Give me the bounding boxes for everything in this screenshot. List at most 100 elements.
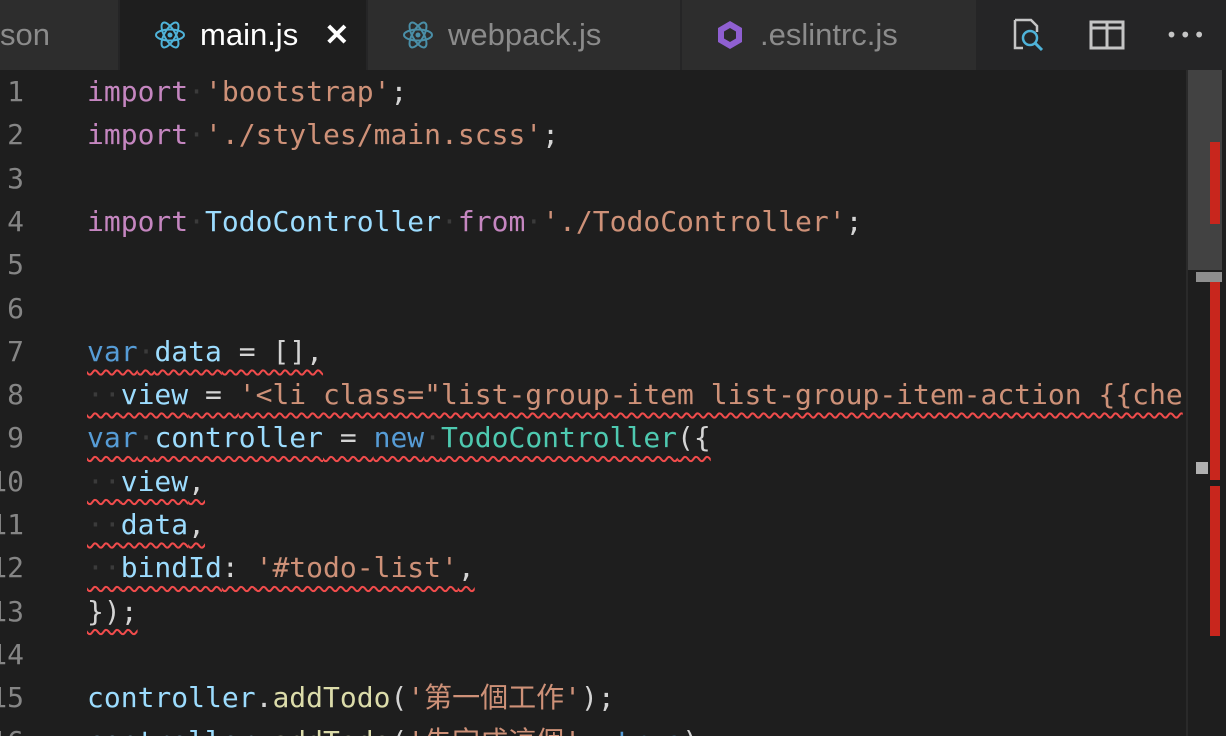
more-actions-icon[interactable]: ••• xyxy=(1166,15,1206,55)
code-token: ·· xyxy=(87,508,121,541)
line-number: 8 xyxy=(7,378,24,412)
code-text: var·controller = new·TodoController({ xyxy=(87,416,711,459)
error-marker xyxy=(1210,486,1220,636)
code-token: import xyxy=(87,75,189,108)
tab-label: .eslintrc.js xyxy=(760,17,898,52)
tab-label: main.js xyxy=(200,17,299,52)
code-token: '<li class="list-group-item list-group-i… xyxy=(238,378,1183,412)
code-line[interactable]: 5 xyxy=(0,243,1186,286)
code-token: addTodo xyxy=(272,725,390,736)
code-line[interactable]: 10 ··view, xyxy=(0,460,1186,503)
tab-main-js[interactable]: main.js ✕ xyxy=(120,0,368,70)
code-line[interactable]: 8 ··view = '<li class="list-group-item li… xyxy=(0,373,1186,416)
code-token: · xyxy=(137,334,155,368)
close-icon[interactable]: ✕ xyxy=(324,18,349,53)
code-text: }); xyxy=(87,590,138,633)
line-number: 12 xyxy=(0,551,24,585)
code-token: controller xyxy=(154,421,324,455)
code-token: ; xyxy=(390,75,408,108)
split-editor-icon[interactable] xyxy=(1087,15,1127,55)
line-number: 15 xyxy=(0,681,24,715)
code-token: · xyxy=(188,204,206,238)
code-token: controller xyxy=(87,681,256,715)
line-number: 6 xyxy=(7,291,24,325)
tab-label: son xyxy=(0,17,50,52)
code-token: var xyxy=(87,334,138,368)
code-text: controller.addTodo('第一個工作'); xyxy=(87,676,615,719)
code-token: = [], xyxy=(221,334,324,368)
code-token: data xyxy=(154,334,222,368)
line-number: 16 xyxy=(0,720,24,736)
line-number: 11 xyxy=(0,508,24,541)
code-token: , xyxy=(457,551,475,585)
code-line[interactable]: 11 ··data, xyxy=(0,503,1186,546)
code-token: new xyxy=(373,421,425,455)
code-token: · xyxy=(137,421,155,455)
code-token: · xyxy=(188,118,206,152)
code-token: · xyxy=(188,75,206,108)
code-token: · xyxy=(441,204,458,238)
code-token: : xyxy=(221,551,256,585)
code-line[interactable]: 14 xyxy=(0,633,1186,676)
line-number: 1 xyxy=(7,75,24,108)
code-token: import xyxy=(87,204,189,238)
tab-webpack-js[interactable]: webpack.js xyxy=(368,0,682,70)
react-icon xyxy=(154,19,186,51)
code-line[interactable]: 3 xyxy=(0,157,1186,200)
code-token: ); xyxy=(682,725,716,736)
code-text: import·TodoController·from·'./TodoContro… xyxy=(87,200,862,243)
code-token: './TodoController' xyxy=(542,204,846,238)
search-preview-icon[interactable] xyxy=(1008,15,1048,55)
line-number: 7 xyxy=(7,334,24,368)
code-token: ( xyxy=(390,681,408,715)
code-token: ); xyxy=(581,681,615,715)
vertical-scrollbar[interactable] xyxy=(1186,70,1226,736)
code-text: var·data = [], xyxy=(87,330,323,373)
code-token: '第一個工作' xyxy=(407,681,582,715)
code-text: ··view = '<li class="list-group-item lis… xyxy=(87,373,1183,416)
code-text: import·'bootstrap'; xyxy=(87,70,407,113)
code-token: view xyxy=(120,378,189,412)
code-token: ; xyxy=(845,204,863,238)
code-line[interactable]: 13}); xyxy=(0,590,1186,633)
error-marker xyxy=(1210,274,1220,480)
code-token: = xyxy=(323,421,374,455)
code-line[interactable]: 9 var·controller = new·TodoController({ xyxy=(0,416,1186,459)
code-token: = xyxy=(188,378,239,412)
line-number: 9 xyxy=(7,421,24,455)
code-token: true xyxy=(615,725,682,736)
code-token: '#todo-list' xyxy=(255,551,458,585)
code-token: data xyxy=(120,508,189,541)
code-line[interactable]: 16 controller.addTodo('先完成這個', true); xyxy=(0,720,1186,736)
code-token: './styles/main.scss' xyxy=(205,118,543,152)
line-number: 4 xyxy=(7,204,24,238)
code-line[interactable]: 7 var·data = [], xyxy=(0,330,1186,373)
code-token: controller xyxy=(87,725,256,736)
code-token: from xyxy=(457,204,526,238)
code-line[interactable]: 4 import·TodoController·from·'./TodoContr… xyxy=(0,200,1186,243)
cursor-marker xyxy=(1196,462,1208,474)
code-token: 'bootstrap' xyxy=(205,75,391,108)
code-token: ( xyxy=(390,725,407,736)
tab-json-file[interactable]: son xyxy=(0,0,120,70)
code-line[interactable]: 1 import·'bootstrap'; xyxy=(0,70,1186,113)
code-line[interactable]: 6 xyxy=(0,287,1186,330)
code-token: TodoController xyxy=(441,421,678,455)
code-text: ··view, xyxy=(87,460,205,503)
line-number: 3 xyxy=(7,161,24,195)
code-token: view xyxy=(120,464,189,498)
code-line[interactable]: 12 ··bindId: '#todo-list', xyxy=(0,546,1186,589)
code-token: · xyxy=(525,204,543,238)
code-editor[interactable]: 1 import·'bootstrap'; 2 import·'./styles/ma… xyxy=(0,70,1186,736)
line-number: 5 xyxy=(7,248,24,282)
code-line[interactable]: 2 import·'./styles/main.scss'; xyxy=(0,113,1186,156)
code-line[interactable]: 15 controller.addTodo('第一個工作'); xyxy=(0,676,1186,719)
code-token: '先完成這個' xyxy=(407,725,581,736)
editor-actions: ••• xyxy=(978,0,1226,70)
react-icon xyxy=(402,19,434,51)
code-token: , xyxy=(581,725,615,736)
code-token: ·· xyxy=(87,551,121,585)
code-token: , xyxy=(188,464,206,498)
tab-eslintrc-js[interactable]: .eslintrc.js xyxy=(682,0,978,70)
code-token: . xyxy=(255,681,273,715)
